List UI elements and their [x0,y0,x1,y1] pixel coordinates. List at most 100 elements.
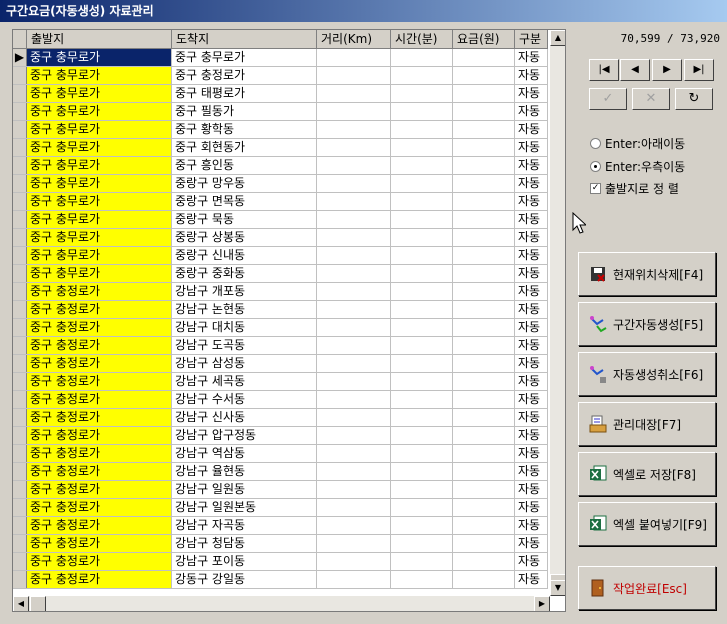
cancel-generate-button[interactable]: 자동생성취소[F6] [578,352,716,396]
table-row[interactable]: 중구 충정로가 강남구 포이동 자동 [13,553,548,571]
cell-time[interactable] [391,445,453,462]
cell-destination[interactable]: 강남구 자곡동 [172,517,317,534]
table-row[interactable]: 중구 충무로가 중랑구 신내동 자동 [13,247,548,265]
table-row[interactable]: 중구 충정로가 강남구 수서동 자동 [13,391,548,409]
table-row[interactable]: 중구 충정로가 강남구 세곡동 자동 [13,373,548,391]
cell-origin[interactable]: 중구 충무로가 [27,103,172,120]
cell-distance[interactable] [317,355,391,372]
cell-time[interactable] [391,85,453,102]
table-row[interactable]: 중구 충무로가 중랑구 상봉동 자동 [13,229,548,247]
row-indicator[interactable] [13,499,27,516]
cell-fare[interactable] [453,463,515,480]
table-row[interactable]: 중구 충무로가 중랑구 면목동 자동 [13,193,548,211]
cell-distance[interactable] [317,67,391,84]
cell-origin[interactable]: 중구 충정로가 [27,337,172,354]
cell-distance[interactable] [317,139,391,156]
cell-type[interactable]: 자동 [515,265,548,282]
vertical-scrollbar[interactable]: ▲ ▼ [550,30,565,596]
row-indicator[interactable] [13,391,27,408]
cell-time[interactable] [391,175,453,192]
cell-destination[interactable]: 강동구 강일동 [172,571,317,588]
table-row[interactable]: 중구 충정로가 강남구 청담동 자동 [13,535,548,553]
cell-time[interactable] [391,499,453,516]
cancel-edit-button[interactable]: ✕ [632,88,670,110]
cell-fare[interactable] [453,157,515,174]
cell-distance[interactable] [317,49,391,66]
cell-distance[interactable] [317,301,391,318]
cell-time[interactable] [391,427,453,444]
cell-fare[interactable] [453,337,515,354]
row-indicator[interactable] [13,535,27,552]
cell-fare[interactable] [453,355,515,372]
table-row[interactable]: ▶ 중구 충무로가 중구 충무로가 자동 [13,49,548,67]
cell-fare[interactable] [453,67,515,84]
cell-type[interactable]: 자동 [515,247,548,264]
cell-origin[interactable]: 중구 충무로가 [27,157,172,174]
row-indicator[interactable] [13,553,27,570]
finish-button[interactable]: 작업완료[Esc] [578,566,716,610]
cell-origin[interactable]: 중구 충정로가 [27,571,172,588]
cell-destination[interactable]: 중랑구 망우동 [172,175,317,192]
cell-fare[interactable] [453,517,515,534]
cell-distance[interactable] [317,499,391,516]
table-row[interactable]: 중구 충무로가 중구 충정로가 자동 [13,67,548,85]
enter-right-radio[interactable] [590,161,601,172]
cell-distance[interactable] [317,211,391,228]
cell-fare[interactable] [453,139,515,156]
cell-time[interactable] [391,283,453,300]
horizontal-scroll-thumb[interactable] [30,596,46,611]
cell-origin[interactable]: 중구 충정로가 [27,553,172,570]
cell-type[interactable]: 자동 [515,517,548,534]
cell-destination[interactable]: 강남구 청담동 [172,535,317,552]
cell-origin[interactable]: 중구 충무로가 [27,193,172,210]
cell-type[interactable]: 자동 [515,571,548,588]
cell-time[interactable] [391,517,453,534]
cell-time[interactable] [391,67,453,84]
cell-type[interactable]: 자동 [515,175,548,192]
table-row[interactable]: 중구 충무로가 중구 황학동 자동 [13,121,548,139]
cell-distance[interactable] [317,481,391,498]
cell-fare[interactable] [453,211,515,228]
cell-destination[interactable]: 중구 황학동 [172,121,317,138]
cell-distance[interactable] [317,337,391,354]
cell-destination[interactable]: 강남구 신사동 [172,409,317,426]
cell-origin[interactable]: 중구 충정로가 [27,355,172,372]
cell-type[interactable]: 자동 [515,121,548,138]
cell-destination[interactable]: 중구 충정로가 [172,67,317,84]
cell-fare[interactable] [453,229,515,246]
row-indicator[interactable] [13,445,27,462]
cell-fare[interactable] [453,373,515,390]
col-fare[interactable]: 요금(원) [453,30,515,48]
cell-fare[interactable] [453,571,515,588]
row-indicator[interactable] [13,103,27,120]
cell-time[interactable] [391,535,453,552]
row-indicator[interactable] [13,211,27,228]
cell-distance[interactable] [317,535,391,552]
cell-fare[interactable] [453,265,515,282]
table-row[interactable]: 중구 충정로가 강남구 신사동 자동 [13,409,548,427]
auto-generate-button[interactable]: 구간자동생성[F5] [578,302,716,346]
cell-destination[interactable]: 중구 회현동가 [172,139,317,156]
cell-origin[interactable]: 중구 충무로가 [27,229,172,246]
cell-distance[interactable] [317,571,391,588]
cell-time[interactable] [391,49,453,66]
cell-destination[interactable]: 강남구 도곡동 [172,337,317,354]
cell-type[interactable]: 자동 [515,229,548,246]
cell-time[interactable] [391,373,453,390]
last-record-button[interactable]: ▶| [684,59,714,81]
post-edit-button[interactable]: ✓ [589,88,627,110]
cell-type[interactable]: 자동 [515,319,548,336]
row-indicator[interactable] [13,67,27,84]
cell-type[interactable]: 자동 [515,427,548,444]
row-indicator[interactable] [13,229,27,246]
cell-distance[interactable] [317,121,391,138]
cell-type[interactable]: 자동 [515,445,548,462]
cell-time[interactable] [391,409,453,426]
cell-origin[interactable]: 중구 충무로가 [27,85,172,102]
row-indicator[interactable] [13,571,27,588]
delete-current-button[interactable]: 현재위치삭제[F4] [578,252,716,296]
cell-destination[interactable]: 강남구 율현동 [172,463,317,480]
cell-time[interactable] [391,355,453,372]
cell-type[interactable]: 자동 [515,481,548,498]
cell-destination[interactable]: 중구 필동가 [172,103,317,120]
